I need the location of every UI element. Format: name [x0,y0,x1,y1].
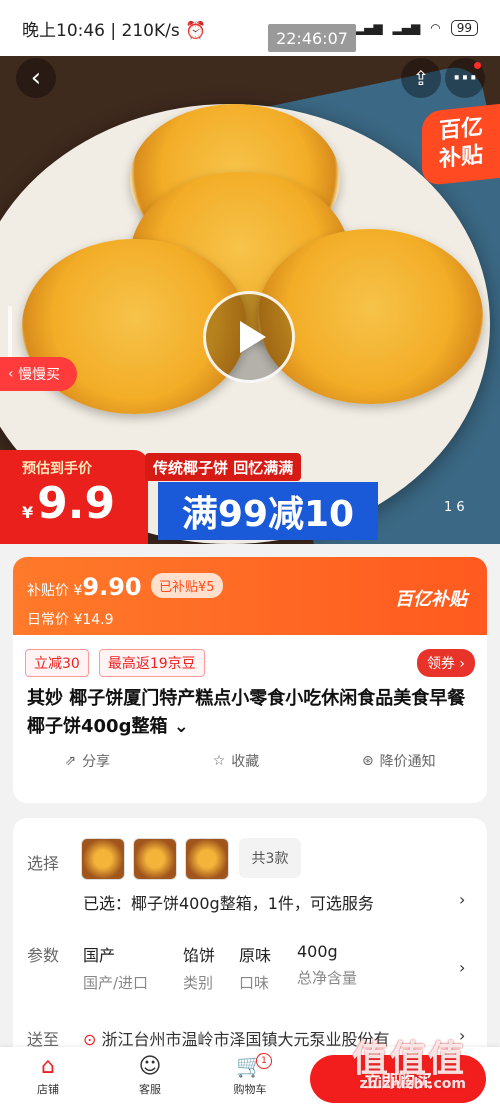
share-icon: ⇪ [412,66,430,90]
signal-icon-2: ▂▄▆ [392,21,421,35]
signal-icon: ▂▄▆ [354,21,383,35]
product-slogan: 传统椰子饼 回忆满满 [145,453,302,481]
chevron-right-icon[interactable]: › [459,890,465,909]
cart-tab[interactable]: 🛒 购物车 1 [220,1053,280,1097]
status-bar: 晚上10:46 | 210K/s ⏰ ▂▄▆ ▂▄▆ ◠ 99 [0,0,500,56]
product-title: 其妙 椰子饼厦门特产糕点小零食小吃休闲食品美食早餐 椰子饼400g整箱 ⌄ [27,688,466,737]
subsidy-logo: 百亿补贴 [395,589,467,610]
back-button[interactable]: ‹ [16,58,56,98]
chevron-down-icon[interactable]: ⌄ [174,716,189,737]
select-label: 选择 [27,854,60,873]
coupon-button[interactable]: 领券 › [416,649,475,677]
status-icons: ▂▄▆ ▂▄▆ ◠ 99 [355,20,478,36]
promo-chips: 立减30 最高返19京豆 领券 › [13,635,487,677]
subsidy-badge: 百亿 补贴 [422,103,500,187]
param-flavor: 原味 口味 [239,946,272,992]
selected-variant[interactable]: 已选：椰子饼400g整箱，1件，可选服务 [83,890,374,914]
star-icon: ☆ [212,753,226,769]
chevron-left-icon: ‹ [30,63,42,93]
product-info-card: 补贴价 ¥9.90 已补贴¥5 日常价 ¥14.9 百亿补贴 立减30 最高返1… [13,557,487,803]
more-icon: ··· [452,65,478,91]
service-tab[interactable]: ☺ 客服 [120,1053,180,1097]
param-category: 馅饼 类别 [183,946,216,992]
estimated-price: ¥9.9 [22,478,116,529]
chevron-left-icon: ‹ [8,366,19,382]
status-time: 晚上10:46 | 210K/s ⏰ [22,20,207,41]
price-alert-icon: ⊛ [361,753,374,769]
param-weight: 400g 总净含量 [297,942,358,987]
variant-count: 共3款 [239,838,301,878]
share-action[interactable]: ⇗ 分享 [64,751,110,771]
subsidy-price: 补贴价 ¥9.90 [27,573,142,601]
estimated-price-block: 预估到手价 ¥9.9 [0,450,148,544]
slow-buy-button[interactable]: ‹ 慢慢买 [0,357,77,391]
variant-thumbnail[interactable] [81,838,125,880]
wifi-icon: ◠ [430,21,441,35]
variant-thumbnail[interactable] [133,838,177,880]
share-icon: ⇗ [64,753,77,769]
store-tab[interactable]: ⌂ 店铺 [18,1053,78,1097]
estimated-price-label: 预估到手价 [22,461,92,477]
bean-chip[interactable]: 最高返19京豆 [98,649,205,677]
tart-image [258,229,483,404]
share-button[interactable]: ⇪ [401,58,441,98]
params-label: 参数 [27,946,60,965]
param-origin: 国产 国产/进口 [83,946,149,992]
chat-icon: ☺ [138,1054,162,1079]
play-icon [240,321,266,353]
price-alert-action[interactable]: ⊛ 降价通知 [362,751,436,771]
subsidy-price-band: 补贴价 ¥9.90 已补贴¥5 日常价 ¥14.9 百亿补贴 [13,557,487,635]
discount-chip[interactable]: 立减30 [25,649,89,677]
watermark: 值值值 zhizhizhi.com [352,1039,467,1092]
more-button[interactable]: ··· [445,58,485,98]
daily-price: 日常价 ¥14.9 [27,612,114,628]
subsidy-amount-pill: 已补贴¥5 [151,573,223,598]
battery-icon: 99 [450,20,478,36]
play-button[interactable] [203,291,295,383]
variant-thumbnail[interactable] [185,838,229,880]
cart-badge: 1 [256,1053,272,1069]
time-overlay: 22:46:07 [268,24,356,52]
image-pager: 1 6 [444,500,465,515]
collect-action[interactable]: ☆ 收藏 [213,751,260,771]
promo-banner: 满99减10 [158,482,378,540]
store-icon: ⌂ [41,1054,55,1079]
chevron-right-icon[interactable]: › [459,958,465,977]
slow-buy-label: 慢慢买 [18,367,61,383]
notification-dot [474,62,481,69]
action-row: ⇗ 分享 ☆ 收藏 ⊛ 降价通知 [13,741,487,771]
